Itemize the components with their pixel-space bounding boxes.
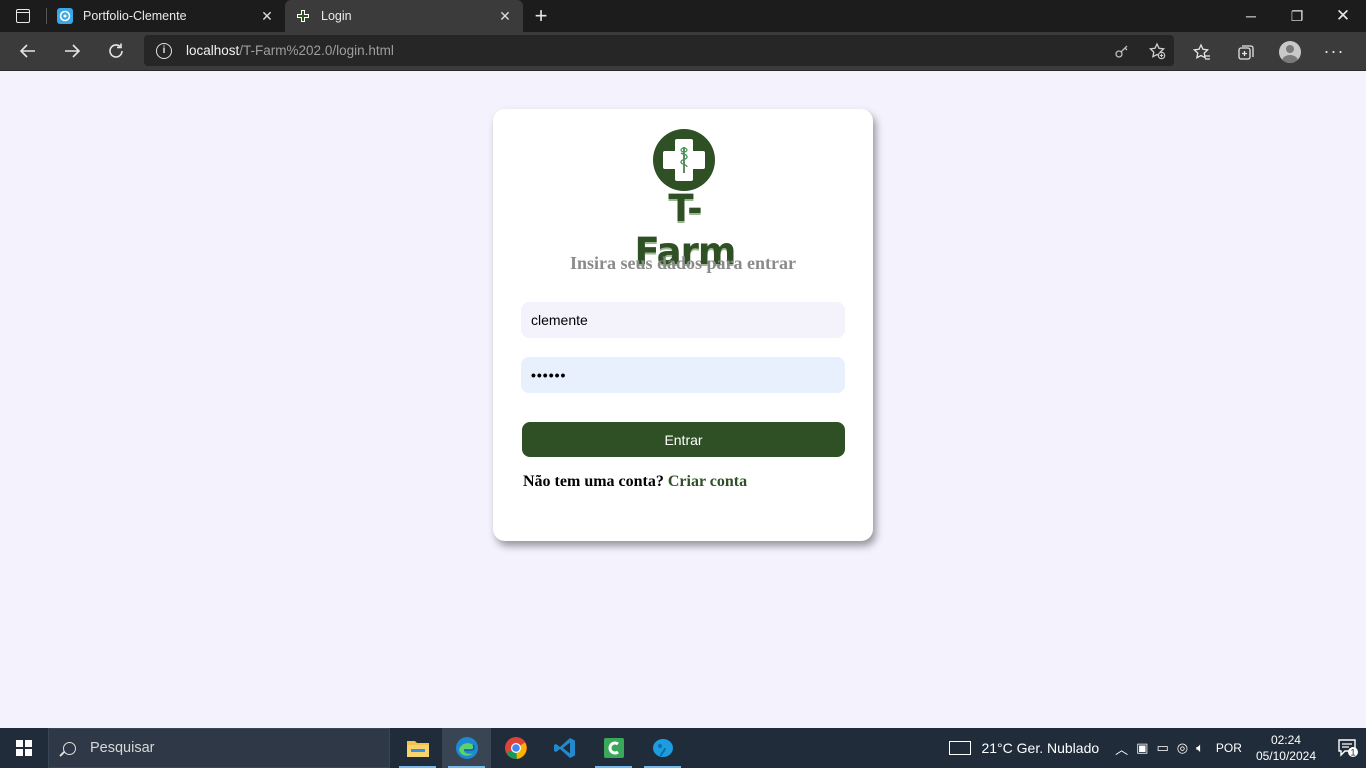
t-farm-logo: T-Farm — [620, 127, 750, 273]
volume-icon[interactable]: 🔈︎ — [1196, 740, 1204, 756]
submit-login-button[interactable]: Entrar — [522, 422, 845, 457]
page-body: T-Farm Insira seus dados para entrar cle… — [0, 71, 1366, 728]
pharmacy-cross-icon — [653, 129, 715, 191]
tab-actions-button[interactable] — [0, 0, 46, 32]
minimize-icon[interactable]: ─ — [1228, 0, 1274, 32]
language-indicator[interactable]: POR — [1216, 741, 1242, 755]
avatar — [1279, 40, 1301, 63]
add-favorite-icon[interactable] — [1148, 41, 1166, 60]
search-placeholder: Pesquisar — [90, 740, 155, 756]
more-menu-button[interactable]: ··· — [1312, 36, 1356, 68]
clock-time: 02:24 — [1270, 733, 1301, 747]
weather-icon — [949, 741, 972, 755]
search-icon — [63, 741, 76, 755]
favorites-button[interactable] — [1180, 36, 1224, 68]
weather-text: 21°C Ger. Nublado — [981, 740, 1100, 756]
site-info-icon[interactable]: i — [156, 42, 172, 59]
chrome-icon[interactable] — [491, 728, 540, 768]
browser-tab-strip: Portfolio-Clemente ✕ Login ✕ + ─ ❐ ✕ — [0, 0, 1366, 32]
create-account-link[interactable]: Criar conta — [668, 473, 747, 490]
notifications-button[interactable]: 1 — [1330, 738, 1366, 758]
close-window-icon[interactable]: ✕ — [1320, 0, 1366, 32]
url-host: localhost — [186, 43, 240, 58]
meet-now-icon[interactable]: ▣ — [1136, 740, 1148, 756]
clock[interactable]: 02:24 05/10/2024 — [1256, 732, 1316, 764]
battery-icon[interactable]: ▭ — [1156, 740, 1168, 756]
chevron-up-icon[interactable]: ︿ — [1115, 739, 1128, 758]
taskbar-apps — [393, 728, 687, 768]
taskbar-search[interactable]: Pesquisar — [48, 728, 390, 768]
close-tab-icon[interactable]: ✕ — [259, 8, 275, 24]
camtasia-icon[interactable] — [589, 728, 638, 768]
collections-button[interactable] — [1224, 36, 1268, 68]
restore-icon[interactable]: ❐ — [1274, 0, 1320, 32]
toolbar-right: ··· — [1180, 32, 1356, 71]
system-tray: 21°C Ger. Nublado ︿ ▣ ▭ ◎ 🔈︎ POR 02:24 0… — [949, 728, 1366, 768]
address-bar[interactable]: i localhost/T-Farm%202.0/login.html — [144, 35, 1174, 66]
username-input[interactable]: clemente — [521, 302, 845, 338]
notification-count: 1 — [1350, 748, 1355, 758]
notification-icon: 1 — [1338, 739, 1358, 758]
tray-icons: ︿ ▣ ▭ ◎ 🔈︎ — [1115, 739, 1204, 758]
close-tab-icon[interactable]: ✕ — [497, 8, 513, 24]
tab-portfolio[interactable]: Portfolio-Clemente ✕ — [47, 0, 285, 32]
arrow-left-icon — [19, 44, 35, 58]
signup-prompt-text: Não tem uma conta? — [523, 473, 664, 490]
arrow-right-icon — [65, 44, 81, 58]
back-button[interactable] — [6, 35, 50, 67]
login-heading: Insira seus dados para entrar — [569, 253, 797, 273]
windows-icon — [16, 740, 32, 756]
vscode-icon[interactable] — [540, 728, 589, 768]
window-controls: ─ ❐ ✕ — [1228, 0, 1366, 32]
tab-title: Portfolio-Clemente — [83, 9, 187, 23]
network-icon[interactable]: ◎ — [1177, 740, 1188, 756]
signup-prompt: Não tem uma conta? Criar conta — [523, 473, 747, 491]
forward-button[interactable] — [50, 35, 94, 67]
refresh-icon — [109, 43, 123, 58]
favorites-icon — [1193, 42, 1210, 60]
profile-button[interactable] — [1268, 36, 1312, 68]
tab-login[interactable]: Login ✕ — [285, 0, 523, 32]
login-card: T-Farm Insira seus dados para entrar cle… — [493, 109, 873, 541]
weather-widget[interactable]: 21°C Ger. Nublado — [949, 740, 1099, 756]
tab-title: Login — [321, 9, 352, 23]
clock-date: 05/10/2024 — [1255, 749, 1316, 763]
browser-toolbar: i localhost/T-Farm%202.0/login.html ··· — [0, 32, 1366, 71]
tab-actions-icon — [16, 9, 30, 23]
password-input[interactable]: •••••• — [521, 357, 845, 393]
caduceus-icon — [680, 147, 688, 173]
edge-icon[interactable] — [442, 728, 491, 768]
url-path: /T-Farm%202.0/login.html — [239, 43, 394, 58]
file-explorer-icon[interactable] — [393, 728, 442, 768]
collections-icon — [1238, 44, 1254, 60]
new-tab-button[interactable]: + — [523, 0, 559, 32]
start-button[interactable] — [0, 728, 48, 768]
refresh-button[interactable] — [94, 35, 138, 67]
key-icon[interactable] — [1114, 43, 1130, 59]
taskbar: Pesquisar 21°C Ger. Nublado ︿ ▣ ▭ ◎ 🔈︎ P… — [0, 728, 1366, 768]
pgadmin-icon[interactable] — [638, 728, 687, 768]
portfolio-favicon-icon — [57, 8, 73, 24]
t-farm-favicon-icon — [295, 8, 311, 24]
